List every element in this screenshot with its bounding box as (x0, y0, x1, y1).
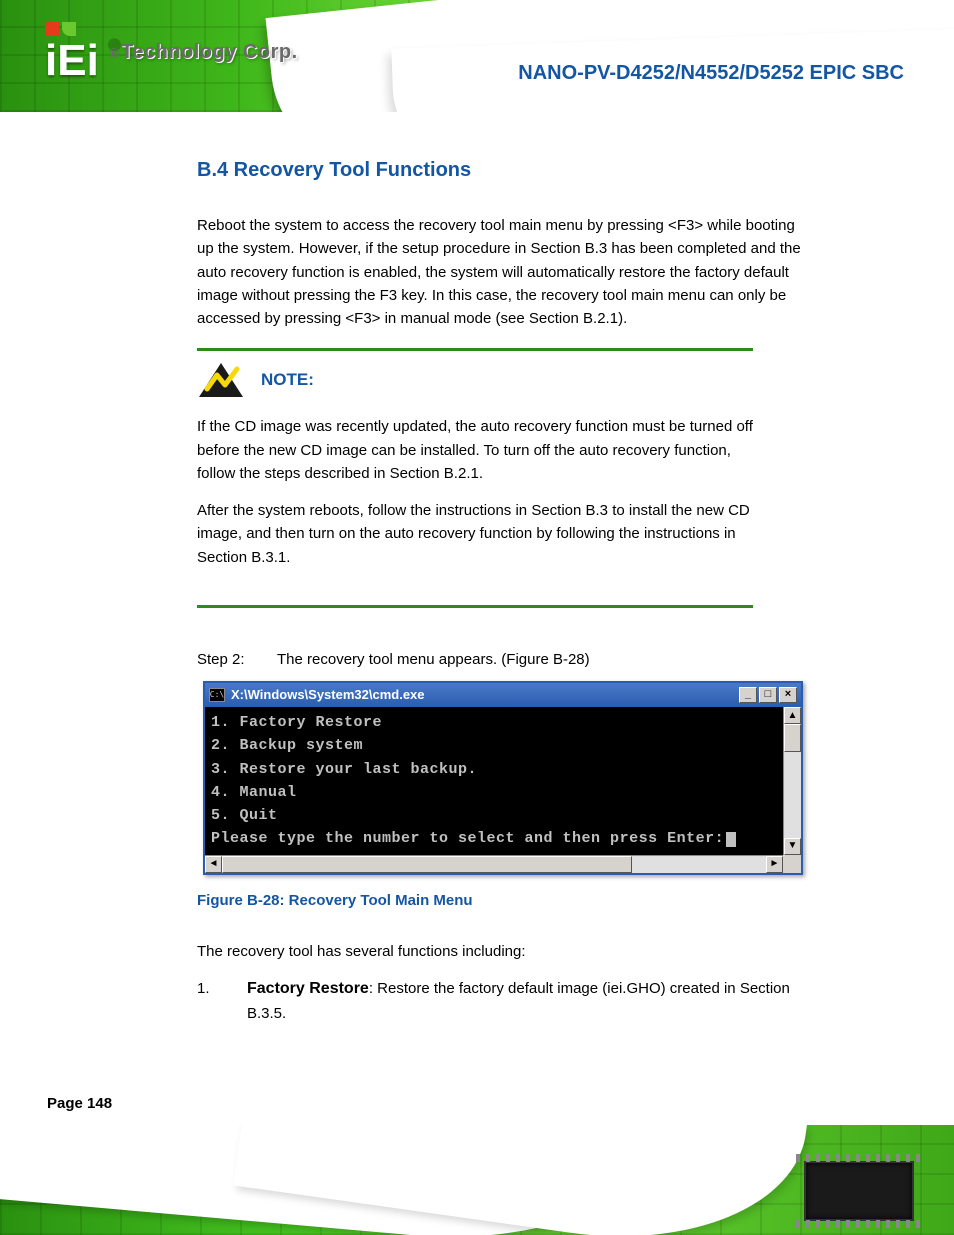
note-paragraph-1: If the CD image was recently updated, th… (197, 415, 753, 485)
step-2: Step 2: The recovery tool menu appears. … (197, 648, 807, 671)
function-name: Factory Restore (247, 980, 369, 997)
page-number: Page 148 (47, 1095, 112, 1112)
cmd-icon: C:\ (209, 688, 225, 702)
close-button[interactable]: × (779, 687, 797, 703)
chip-graphic (804, 1161, 914, 1221)
cursor-icon (726, 832, 736, 847)
product-name: NANO-PV-D4252/N4552/D5252 EPIC SBC (518, 62, 904, 85)
cmd-window: C:\ X:\Windows\System32\cmd.exe _ □ × 1.… (203, 681, 803, 875)
functions-intro: The recovery tool has several functions … (197, 940, 807, 963)
maximize-button[interactable]: □ (759, 687, 777, 703)
scroll-left-icon[interactable]: ◄ (205, 856, 222, 873)
vertical-scrollbar[interactable]: ▲ ▼ (783, 707, 801, 855)
logo-tagline: Technology Corp. (121, 41, 298, 63)
minimize-button[interactable]: _ (739, 687, 757, 703)
step-label: Step 2: (197, 648, 257, 671)
cmd-titlebar: C:\ X:\Windows\System32\cmd.exe _ □ × (205, 683, 801, 707)
section-heading: B.4 Recovery Tool Functions (197, 155, 807, 186)
registered-mark: ® (109, 45, 119, 61)
cmd-title: X:\Windows\System32\cmd.exe (229, 685, 735, 705)
function-number: 1. (197, 977, 227, 1025)
logo-letters: iEi (45, 39, 99, 83)
intro-paragraph: Reboot the system to access the recovery… (197, 214, 807, 330)
function-item-1: 1. Factory Restore: Restore the factory … (197, 977, 807, 1025)
function-text: Factory Restore: Restore the factory def… (247, 977, 807, 1025)
bottom-banner (0, 1125, 954, 1235)
note-title: NOTE: (261, 367, 314, 393)
page-content: B.4 Recovery Tool Functions Reboot the s… (197, 155, 807, 1035)
figure-caption: Figure B-28: Recovery Tool Main Menu (197, 889, 807, 912)
scrollbar-corner (783, 855, 801, 873)
scroll-right-icon[interactable]: ► (766, 856, 783, 873)
top-banner: iEi ®Technology Corp. NANO-PV-D4252/N455… (0, 0, 954, 112)
cmd-output: 1. Factory Restore 2. Backup system 3. R… (205, 707, 783, 855)
horizontal-scrollbar[interactable]: ◄ ► (205, 855, 783, 873)
scroll-up-icon[interactable]: ▲ (784, 707, 801, 724)
note-box: NOTE: If the CD image was recently updat… (197, 348, 807, 608)
note-bottom-rule (197, 605, 753, 608)
note-icon (197, 361, 245, 399)
company-logo: iEi ®Technology Corp. (45, 22, 298, 83)
step-text: The recovery tool menu appears. (Figure … (277, 648, 807, 671)
scroll-thumb[interactable] (784, 724, 801, 752)
logo-mark: iEi (45, 22, 99, 83)
scroll-thumb-h[interactable] (222, 856, 632, 873)
scroll-down-icon[interactable]: ▼ (784, 838, 801, 855)
note-paragraph-2: After the system reboots, follow the ins… (197, 499, 753, 569)
